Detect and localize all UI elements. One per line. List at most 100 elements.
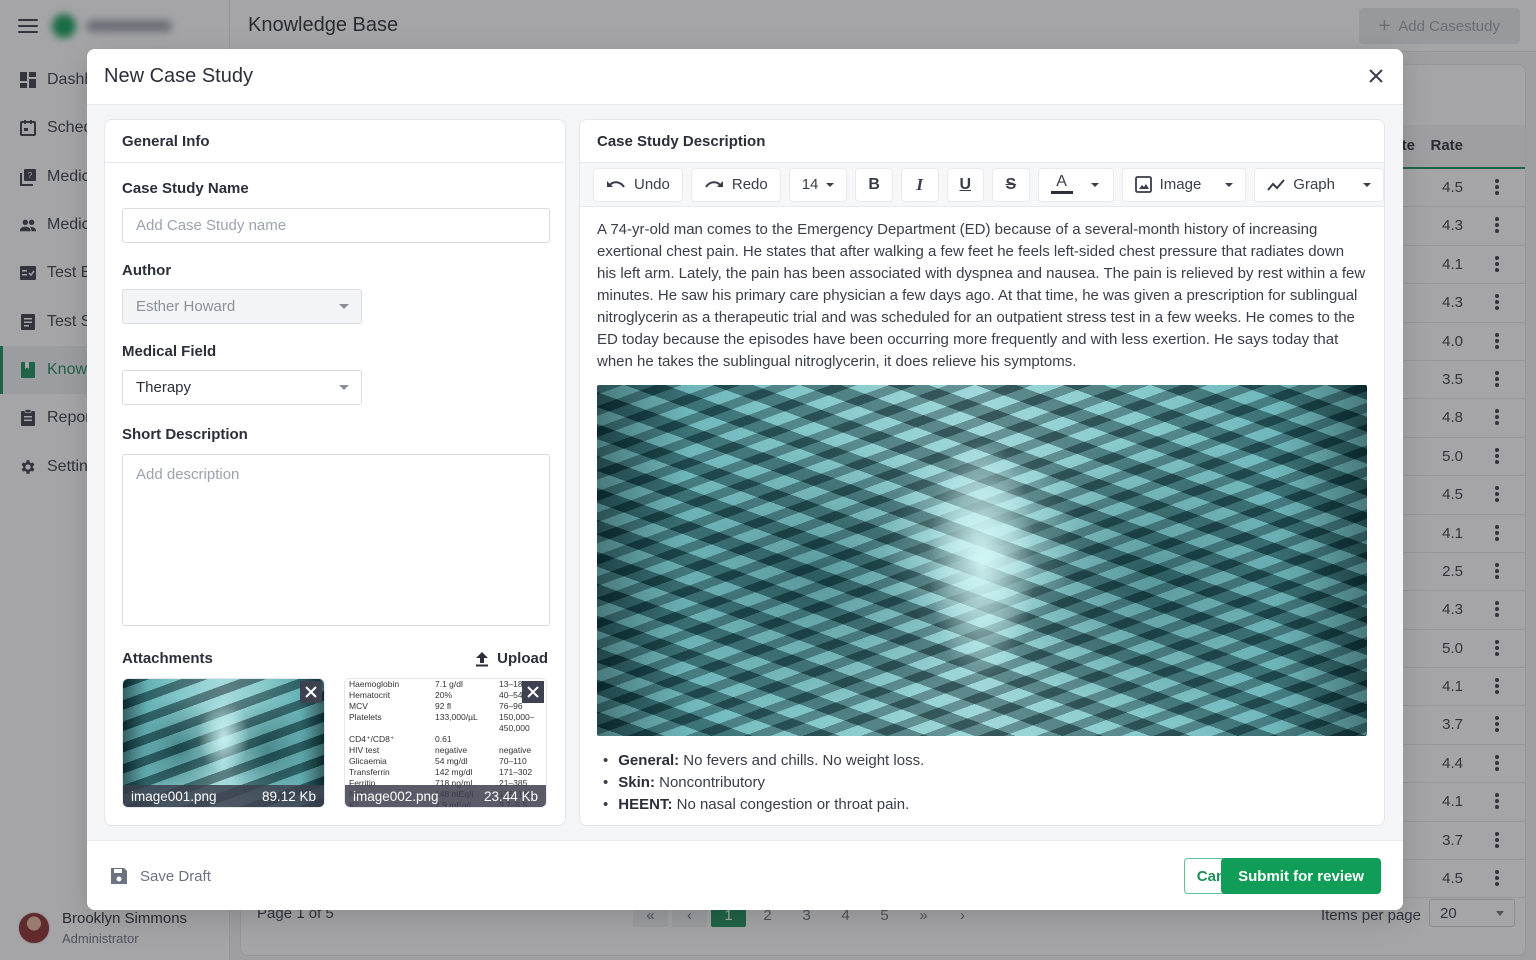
underline-button[interactable]: U xyxy=(946,167,985,202)
image-label: Image xyxy=(1159,176,1202,193)
description-editor[interactable]: A 74-yr-old man comes to the Emergency D… xyxy=(580,207,1384,816)
lab-result-cell: 171–302 xyxy=(499,767,533,777)
finding-item: General: No fevers and chills. No weight… xyxy=(603,750,1367,772)
text-color-swatch xyxy=(1050,191,1073,194)
lab-result-cell xyxy=(349,723,435,734)
finding-item: HEENT: No nasal congestion or throat pai… xyxy=(603,794,1367,816)
lab-result-cell: 20% xyxy=(435,690,453,700)
upload-label: Upload xyxy=(497,650,548,667)
close-icon xyxy=(527,686,539,698)
case-study-name-label: Case Study Name xyxy=(122,180,249,197)
remove-attachment-button[interactable] xyxy=(300,681,322,703)
lab-result-row: CD4⁺/CD8⁺ 0.61 xyxy=(349,734,542,745)
case-study-name-input[interactable]: Add Case Study name xyxy=(122,208,550,243)
font-size-value: 14 xyxy=(801,176,819,193)
modal-header: New Case Study xyxy=(87,49,1403,105)
bold-button[interactable]: B xyxy=(855,167,893,202)
font-size-select[interactable]: 14 xyxy=(788,167,848,202)
description-panel: Case Study Description Undo Redo 14 B I … xyxy=(579,119,1385,826)
chevron-down-icon xyxy=(1225,182,1234,187)
attachments-header: Attachments Upload xyxy=(122,650,548,667)
strikethrough-button[interactable]: S xyxy=(992,167,1030,202)
save-draft-button[interactable]: Save Draft xyxy=(110,867,211,885)
attachments-label: Attachments xyxy=(122,650,213,667)
lab-result-row: Haemoglobin 7.1 g/dl 13–18 xyxy=(349,679,542,690)
lab-result-cell: Haemoglobin xyxy=(349,679,400,689)
lab-result-cell: 7.1 g/dl xyxy=(435,679,463,689)
findings-list: General: No fevers and chills. No weight… xyxy=(597,750,1367,816)
lab-result-cell: 70–110 xyxy=(499,756,527,766)
lab-result-row: Transferrin 142 mg/dl 171–302 xyxy=(349,767,542,778)
lab-result-cell: 40–54 xyxy=(499,690,523,700)
chevron-down-icon xyxy=(826,182,835,187)
new-case-study-modal: New Case Study General Info Case Study N… xyxy=(87,49,1403,910)
chevron-down-icon xyxy=(339,385,349,390)
save-icon xyxy=(111,868,127,884)
modal-title: New Case Study xyxy=(104,65,253,87)
italic-button[interactable]: I xyxy=(900,167,939,202)
insert-graph-button[interactable]: Graph xyxy=(1254,167,1384,202)
submit-for-review-button[interactable]: Submit for review xyxy=(1221,858,1381,894)
text-color-button[interactable]: A xyxy=(1037,167,1114,202)
finding-text: No nasal congestion or throat pain. xyxy=(672,796,910,813)
redo-icon xyxy=(705,180,723,188)
text-color-glyph: A xyxy=(1056,173,1067,190)
attachment-filesize: 89.12 Kb xyxy=(261,788,316,804)
close-icon xyxy=(305,686,317,698)
lab-result-row: 450,000 xyxy=(349,723,542,734)
underline-icon: U xyxy=(959,175,972,193)
close-button[interactable] xyxy=(1367,67,1385,85)
lab-result-cell: Hematocrit xyxy=(349,690,391,700)
redo-button[interactable]: Redo xyxy=(690,167,781,202)
finding-label: HEENT: xyxy=(618,796,673,813)
attachment-filesize: 23.44 Kb xyxy=(483,788,538,804)
image-icon xyxy=(1134,176,1152,193)
lab-result-cell: Transferrin xyxy=(349,767,390,777)
attachment-filename: image002.png xyxy=(353,788,439,804)
chevron-down-icon xyxy=(1363,182,1371,187)
undo-button[interactable]: Undo xyxy=(593,167,683,202)
lab-result-cell: Glicaemia xyxy=(349,756,387,766)
save-draft-label: Save Draft xyxy=(140,867,211,885)
attachment-thumbnail[interactable]: image001.png 89.12 Kb xyxy=(122,678,325,808)
description-paragraph: A 74-yr-old man comes to the Emergency D… xyxy=(597,221,1366,370)
attachment-info: image002.png 23.44 Kb xyxy=(345,785,546,807)
short-description-label: Short Description xyxy=(122,426,248,443)
modal-footer: Save Draft Cancel Submit for review xyxy=(87,840,1403,910)
lab-result-cell: CD4⁺/CD8⁺ xyxy=(349,734,395,744)
general-info-panel: General Info Case Study Name Add Case St… xyxy=(104,119,566,826)
chevron-down-icon xyxy=(339,304,349,309)
attachment-thumbnail[interactable]: Haemoglobin 7.1 g/dl 13–18 Hematocrit 20% 40–… xyxy=(344,678,547,808)
author-select[interactable]: Esther Howard xyxy=(122,289,362,324)
upload-icon xyxy=(476,651,489,666)
undo-label: Undo xyxy=(634,176,670,193)
upload-button[interactable]: Upload xyxy=(475,650,548,667)
finding-label: General: xyxy=(618,752,680,769)
general-info-heading: General Info xyxy=(105,120,565,163)
lab-result-row: MCV 92 fl 76–96 xyxy=(349,701,542,712)
lab-result-cell: 450,000 xyxy=(499,723,530,733)
medical-field-select[interactable]: Therapy xyxy=(122,370,362,405)
lab-result-cell: 92 fl xyxy=(435,701,452,711)
lab-result-cell: 13–18 xyxy=(499,679,523,689)
chevron-down-icon xyxy=(1090,182,1099,187)
medical-field-value: Therapy xyxy=(136,379,192,396)
lab-result-cell: 0.61 xyxy=(435,734,452,744)
graph-label: Graph xyxy=(1293,176,1335,193)
lab-result-row: Glicaemia 54 mg/dl 70–110 xyxy=(349,756,542,767)
graph-icon xyxy=(1267,178,1286,191)
short-description-placeholder: Add description xyxy=(136,466,240,483)
lab-result-row: HIV test negative negative xyxy=(349,745,542,756)
lab-result-row: Hematocrit 20% 40–54 xyxy=(349,690,542,701)
xray-overlay xyxy=(597,385,1367,736)
lab-result-cell: 54 mg/dl xyxy=(435,756,468,766)
strikethrough-icon: S xyxy=(1005,175,1017,193)
short-description-textarea[interactable]: Add description xyxy=(122,454,550,626)
chest-xray-image[interactable] xyxy=(597,385,1367,736)
insert-image-button[interactable]: Image xyxy=(1121,167,1247,202)
lab-result-cell: negative xyxy=(435,745,468,755)
remove-attachment-button[interactable] xyxy=(522,681,544,703)
lab-result-row: Platelets 133,000/µL 150,000– xyxy=(349,712,542,723)
attachment-info: image001.png 89.12 Kb xyxy=(123,785,324,807)
text-color-icon: A xyxy=(1050,173,1073,194)
